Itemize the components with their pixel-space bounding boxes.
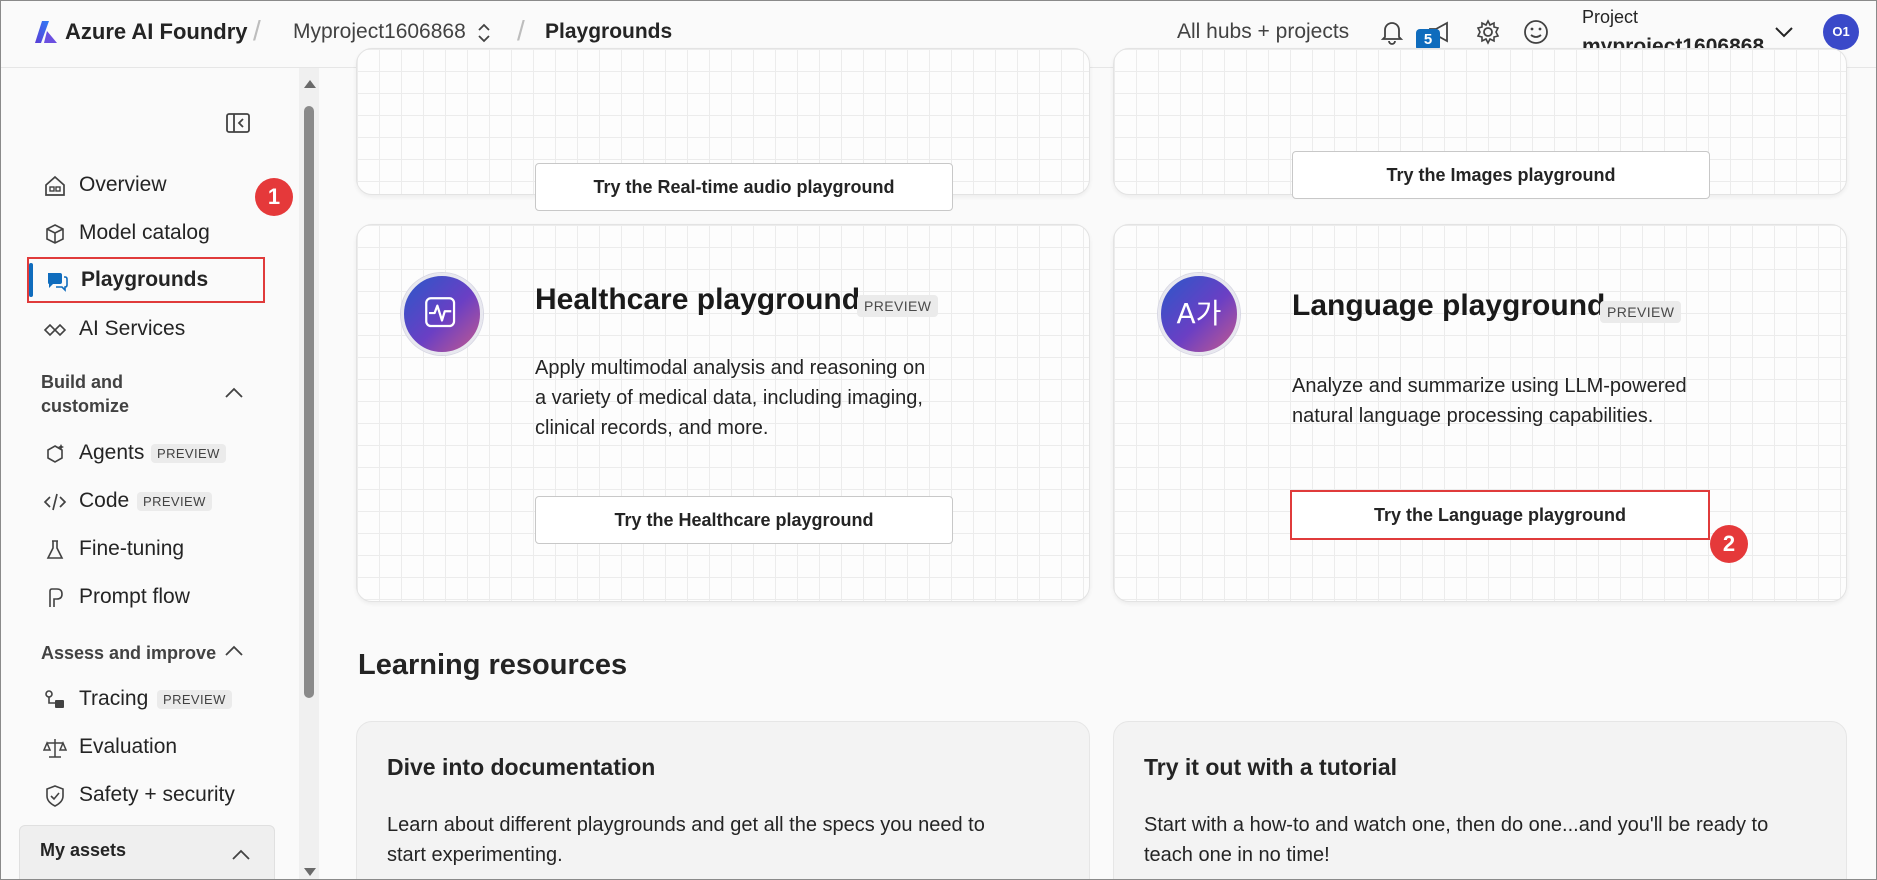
healthcare-icon [401, 273, 483, 355]
sidebar-item-code[interactable]: Code PREVIEW [27, 478, 267, 524]
sidebar-item-tracing[interactable]: Tracing PREVIEW [27, 676, 267, 722]
language-description: Analyze and summarize using LLM-powered … [1292, 371, 1687, 431]
avatar[interactable]: O1 [1823, 14, 1859, 50]
shield-icon [46, 785, 64, 807]
sidebar-item-overview[interactable]: Overview [27, 162, 267, 208]
sidebar-item-label: Playgrounds [81, 268, 209, 291]
sidebar-item-label: AI Services [79, 317, 186, 340]
healthcare-desc-line: clinical records, and more. [535, 417, 769, 439]
chevron-up-icon[interactable] [223, 386, 245, 400]
preview-badge: PREVIEW [857, 295, 939, 317]
documentation-description: Learn about different playgrounds and ge… [387, 814, 985, 866]
cube-icon [46, 224, 64, 244]
tutorial-title: Try it out with a tutorial [1144, 754, 1397, 780]
chevron-down-icon[interactable] [1773, 21, 1795, 43]
feedback-smiley-icon[interactable] [1521, 17, 1551, 47]
brand-title[interactable]: Azure AI Foundry [65, 19, 248, 45]
sidebar-item-label: Prompt flow [79, 585, 190, 608]
healthcare-desc-line: a variety of medical data, including ima… [535, 387, 923, 409]
documentation-title: Dive into documentation [387, 754, 656, 780]
heart-monitor-icon [425, 297, 456, 328]
healthcare-title: Healthcare playground [535, 283, 861, 316]
section-my-assets[interactable]: My assets [19, 825, 275, 879]
sidebar-item-model-catalog[interactable]: Model catalog [27, 210, 267, 256]
documentation-card[interactable]: Dive into documentation Learn about diff… [356, 721, 1090, 879]
step-marker-1: 1 [255, 178, 293, 216]
sidebar-item-safety-security[interactable]: Safety + security [27, 772, 267, 818]
azure-logo-icon[interactable] [33, 19, 59, 45]
home-icon [45, 175, 65, 196]
main-content: Try the Real-time audio playground Try t… [319, 48, 1876, 879]
step-marker-2: 2 [1710, 525, 1748, 563]
sidebar: Overview Model catalog Playgrounds 1 AI … [1, 68, 297, 879]
scroll-down-arrow-icon[interactable] [304, 868, 316, 876]
tutorial-card[interactable]: Try it out with a tutorial Start with a … [1113, 721, 1847, 879]
healthcare-card: Healthcare playground PREVIEW Apply mult… [356, 224, 1090, 602]
breadcrumb-current-page: Playgrounds [545, 20, 673, 43]
breadcrumb-project[interactable]: Myproject1606868 [293, 20, 466, 44]
section-assess-and-improve[interactable]: Assess and improve [41, 641, 216, 665]
preview-badge: PREVIEW [157, 690, 232, 709]
try-language-button[interactable]: Try the Language playground [1290, 490, 1710, 540]
section-build-and-customize[interactable]: Build and customize [41, 370, 191, 418]
sidebar-item-label: Overview [79, 173, 167, 196]
sidebar-item-fine-tuning[interactable]: Fine-tuning [27, 526, 267, 572]
try-images-button[interactable]: Try the Images playground [1292, 151, 1710, 199]
tutorial-description: Start with a how-to and watch one, then … [1144, 814, 1769, 866]
sidebar-item-evaluation[interactable]: Evaluation [27, 724, 267, 770]
flask-icon [46, 540, 64, 559]
chevron-up-icon[interactable] [223, 644, 245, 658]
sidebar-item-label: Model catalog [79, 221, 210, 244]
scales-icon [43, 739, 67, 758]
all-hubs-link[interactable]: All hubs + projects [1177, 20, 1349, 44]
tracing-icon [45, 690, 64, 708]
sidebar-item-label: Code [79, 489, 130, 512]
breadcrumb-separator: / [517, 15, 525, 46]
scroll-up-arrow-icon[interactable] [304, 80, 316, 88]
preview-badge: PREVIEW [1600, 301, 1682, 323]
chevron-up-icon[interactable] [230, 848, 252, 862]
active-indicator [29, 263, 33, 297]
chat-bubbles-icon [48, 273, 68, 292]
chevron-up-down-icon[interactable] [475, 21, 493, 45]
sidebar-item-label: Safety + security [79, 783, 235, 806]
sidebar-item-ai-services[interactable]: AI Services [27, 306, 267, 352]
learning-resources-heading: Learning resources [358, 649, 628, 681]
language-glyph: A가 [1176, 297, 1222, 330]
sidebar-item-label: Fine-tuning [79, 537, 185, 560]
sidebar-item-prompt-flow[interactable]: Prompt flow [27, 574, 267, 620]
bell-icon[interactable] [1377, 17, 1407, 47]
breadcrumb-separator: / [253, 15, 261, 46]
preview-badge: PREVIEW [151, 444, 226, 463]
try-healthcare-button[interactable]: Try the Healthcare playground [535, 496, 953, 544]
diamond-link-icon [43, 323, 67, 337]
images-card: Try the Images playground [1113, 48, 1847, 199]
try-realtime-audio-button[interactable]: Try the Real-time audio playground [535, 163, 953, 211]
realtime-audio-card: Try the Real-time audio playground [356, 48, 1090, 211]
project-label: Project [1582, 7, 1639, 27]
sidebar-item-label: Tracing [79, 687, 149, 710]
preview-badge: PREVIEW [137, 492, 212, 511]
gear-icon[interactable] [1473, 17, 1503, 47]
sidebar-item-playgrounds[interactable]: Playgrounds [27, 257, 265, 303]
scroll-thumb[interactable] [304, 106, 314, 698]
healthcare-description: Apply multimodal analysis and reasoning … [535, 353, 925, 443]
language-icon: A가 [1158, 273, 1240, 355]
language-title: Language playground [1292, 289, 1606, 322]
collapse-panel-icon[interactable] [225, 112, 251, 134]
language-desc-line: natural language processing capabilities… [1292, 405, 1654, 427]
my-assets-label: My assets [40, 840, 127, 860]
healthcare-desc-line: Apply multimodal analysis and reasoning … [535, 357, 926, 379]
agent-icon [47, 444, 64, 463]
language-desc-line: Analyze and summarize using LLM-powered [1292, 375, 1687, 397]
sidebar-scrollbar[interactable] [299, 68, 319, 879]
sidebar-item-label: Agents [79, 441, 145, 464]
prompt-flow-icon [49, 588, 63, 607]
app-window: Azure AI Foundry / Myproject1606868 / Pl… [0, 0, 1877, 880]
code-icon [43, 493, 67, 511]
sidebar-item-agents[interactable]: Agents PREVIEW [27, 430, 267, 476]
sidebar-item-label: Evaluation [79, 735, 178, 758]
